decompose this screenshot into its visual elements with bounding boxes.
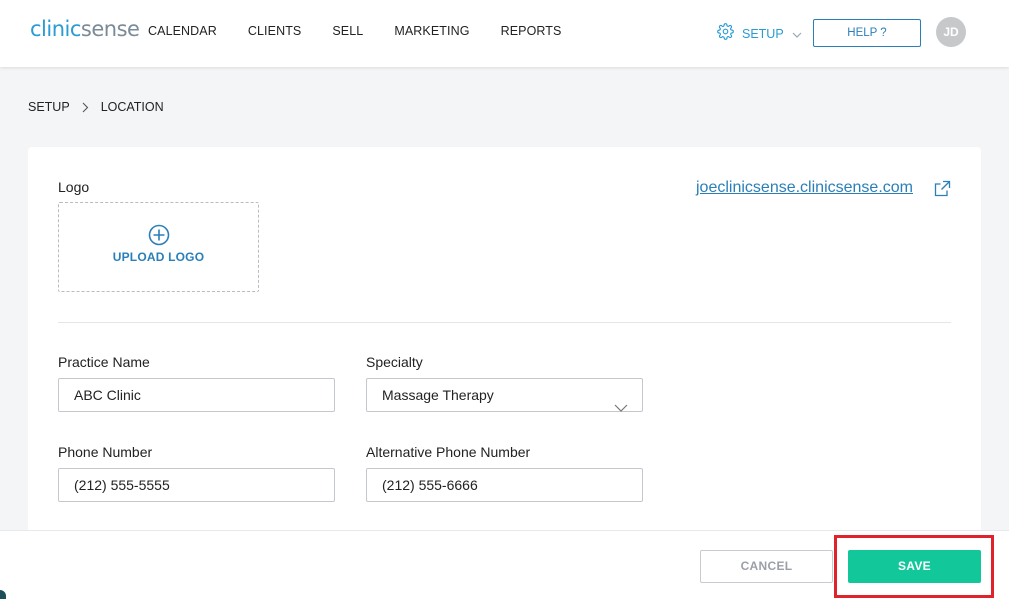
breadcrumb-location: LOCATION xyxy=(100,100,164,114)
nav-clients[interactable]: CLIENTS xyxy=(248,24,302,38)
booking-site-link[interactable]: joeclinicsense.clinicsense.com xyxy=(696,179,913,197)
nav-sell[interactable]: SELL xyxy=(332,24,363,38)
action-footer: CANCEL SAVE xyxy=(0,530,1009,599)
top-navbar: clinicsense CALENDAR CLIENTS SELL MARKET… xyxy=(0,0,1009,67)
specialty-selected-value: Massage Therapy xyxy=(382,387,494,403)
divider xyxy=(58,322,951,323)
setup-menu[interactable]: SETUP xyxy=(717,23,802,45)
alt-phone-number-input[interactable]: (212) 555-6666 xyxy=(366,468,643,502)
clinicsense-logo[interactable]: clinicsense xyxy=(30,17,140,41)
logo-part-clinic: clinic xyxy=(30,17,81,41)
setup-label: SETUP xyxy=(742,27,784,41)
nav-marketing[interactable]: MARKETING xyxy=(394,24,469,38)
plus-circle-icon xyxy=(148,224,170,251)
chevron-right-icon xyxy=(82,102,89,113)
nav-calendar[interactable]: CALENDAR xyxy=(148,24,217,38)
help-button[interactable]: HELP ? xyxy=(813,19,921,47)
phone-number-input[interactable]: (212) 555-5555 xyxy=(58,468,335,502)
chevron-down-icon xyxy=(614,391,628,423)
specialty-label: Specialty xyxy=(366,354,423,370)
phone-number-label: Phone Number xyxy=(58,444,153,460)
gear-icon xyxy=(717,23,734,45)
alt-phone-number-label: Alternative Phone Number xyxy=(366,444,531,460)
cancel-button[interactable]: CANCEL xyxy=(700,550,833,583)
upload-logo-dropzone[interactable]: UPLOAD LOGO xyxy=(58,202,259,292)
upload-logo-label: UPLOAD LOGO xyxy=(112,250,205,264)
avatar[interactable]: JD xyxy=(936,17,966,47)
external-link-icon[interactable] xyxy=(934,180,951,202)
chevron-down-icon xyxy=(792,25,802,43)
practice-name-input[interactable]: ABC Clinic xyxy=(58,378,335,412)
logo-part-sense: sense xyxy=(80,17,140,41)
save-button[interactable]: SAVE xyxy=(848,550,981,583)
breadcrumb-setup[interactable]: SETUP xyxy=(28,100,70,114)
nav-reports[interactable]: REPORTS xyxy=(501,24,562,38)
main-nav: CALENDAR CLIENTS SELL MARKETING REPORTS xyxy=(148,24,592,38)
location-settings-card: Logo UPLOAD LOGO joeclinicsense.clinicse… xyxy=(28,147,981,547)
breadcrumb: SETUP LOCATION xyxy=(28,100,164,114)
practice-name-label: Practice Name xyxy=(58,354,150,370)
logo-label: Logo xyxy=(58,179,90,195)
specialty-select[interactable]: Massage Therapy xyxy=(366,378,643,412)
